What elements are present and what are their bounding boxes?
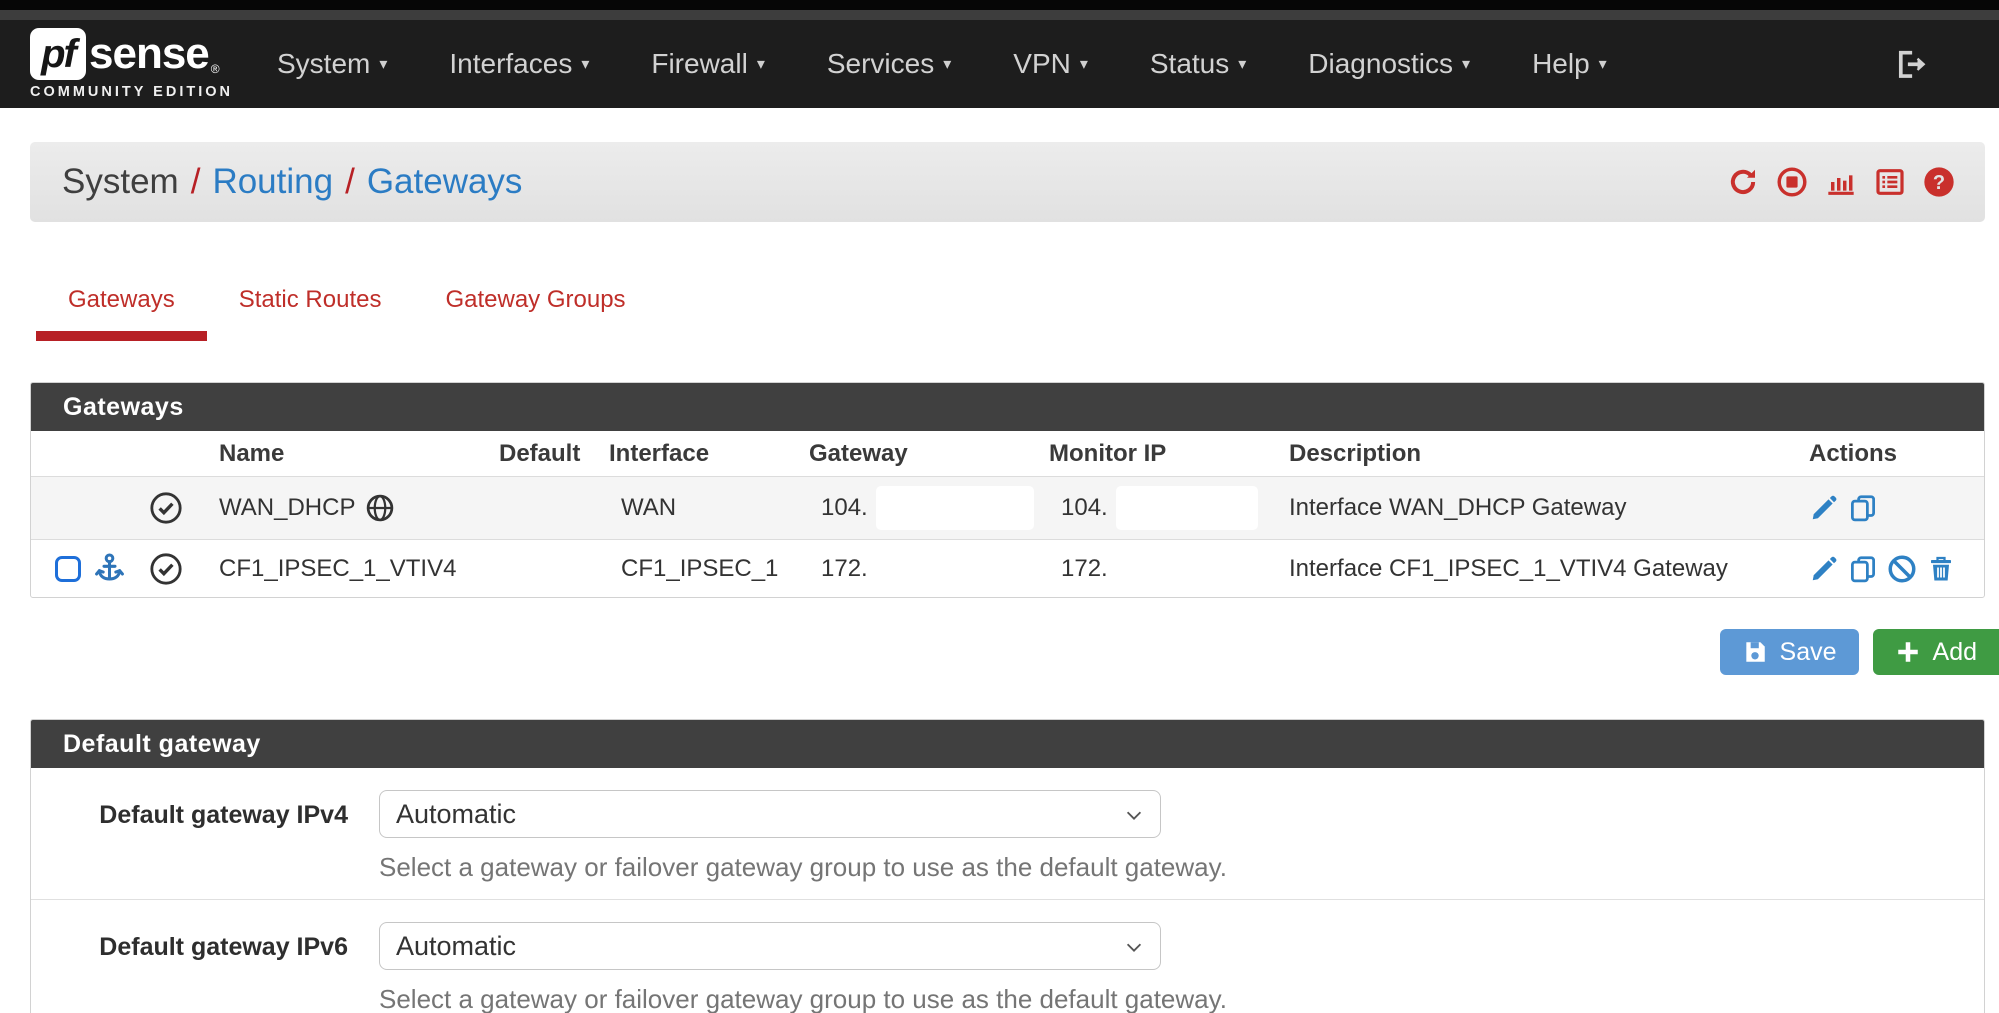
- plus-icon: [1895, 639, 1921, 665]
- tab-static-routes[interactable]: Static Routes: [207, 286, 414, 341]
- save-button[interactable]: Save: [1720, 629, 1859, 675]
- gateway-description: Interface WAN_DHCP Gateway: [1281, 494, 1801, 522]
- anchor-icon: [93, 552, 126, 585]
- gateway-description: Interface CF1_IPSEC_1_VTIV4 Gateway: [1281, 555, 1801, 583]
- default-gateway-panel-title: Default gateway: [31, 720, 1984, 768]
- breadcrumb: System / Routing / Gateways: [62, 162, 522, 202]
- breadcrumb-separator: /: [333, 162, 367, 202]
- col-actions: Actions: [1801, 440, 1984, 468]
- window-title-strip: [0, 10, 1999, 20]
- chevron-down-icon: ▾: [757, 54, 765, 74]
- gateway-interface: CF1_IPSEC_1: [601, 555, 801, 583]
- col-default: Default: [491, 440, 601, 468]
- default-gateway-ipv6-row: Default gateway IPv6 Automatic Select a …: [31, 900, 1984, 1013]
- gateway-name: WAN_DHCP: [219, 494, 355, 522]
- edit-icon[interactable]: [1809, 554, 1839, 584]
- chevron-down-icon: ▾: [581, 54, 589, 74]
- sign-out-icon[interactable]: [1893, 47, 1927, 81]
- chevron-down-icon: ▾: [943, 54, 951, 74]
- save-floppy-icon: [1742, 639, 1768, 665]
- breadcrumb-gateways-link[interactable]: Gateways: [367, 162, 523, 202]
- svg-text:?: ?: [1933, 172, 1945, 194]
- tab-gateways[interactable]: Gateways: [36, 286, 207, 341]
- breadcrumb-bar: System / Routing / Gateways ?: [30, 142, 1985, 222]
- default-gateway-ipv6-label: Default gateway IPv6: [31, 922, 348, 1013]
- nav-item-firewall[interactable]: Firewall▾: [651, 48, 765, 80]
- gateways-panel-title: Gateways: [31, 383, 1984, 431]
- gateway-address: 172.: [821, 555, 868, 583]
- nav-item-help[interactable]: Help▾: [1532, 48, 1607, 80]
- col-name: Name: [191, 440, 491, 468]
- gateway-online-icon: [141, 552, 191, 586]
- breadcrumb-system: System: [62, 162, 179, 202]
- col-gateway: Gateway: [801, 440, 1041, 468]
- pfsense-logo-text: sense: [89, 32, 209, 76]
- breadcrumb-routing-link[interactable]: Routing: [212, 162, 333, 202]
- default-gateway-ipv4-select[interactable]: Automatic: [379, 790, 1161, 838]
- pfsense-logo-top: pf sense ®: [30, 28, 233, 80]
- gateway-name: CF1_IPSEC_1_VTIV4: [219, 555, 456, 583]
- nav-item-services[interactable]: Services▾: [827, 48, 951, 80]
- col-description: Description: [1281, 440, 1801, 468]
- nav-menu: System▾ Interfaces▾ Firewall▾ Services▾ …: [277, 48, 1607, 80]
- navbar: pf sense ® COMMUNITY EDITION System▾ Int…: [0, 20, 1999, 108]
- nav-item-diagnostics[interactable]: Diagnostics▾: [1308, 48, 1470, 80]
- nav-item-interfaces[interactable]: Interfaces▾: [449, 48, 589, 80]
- default-gateway-ipv6-select[interactable]: Automatic: [379, 922, 1161, 970]
- default-gateway-ipv4-label: Default gateway IPv4: [31, 790, 348, 883]
- chevron-down-icon: ▾: [1599, 54, 1607, 74]
- table-row-wan-dhcp: WAN_DHCP WAN 104. 104. Interface WAN_DHC…: [31, 477, 1984, 539]
- registered-mark: ®: [211, 62, 220, 76]
- table-row-cf1-ipsec: CF1_IPSEC_1_VTIV4 CF1_IPSEC_1 172. 172. …: [31, 539, 1984, 597]
- monitor-ip: 104.: [1061, 494, 1108, 522]
- default-gateway-ipv4-row: Default gateway IPv4 Automatic Select a …: [31, 768, 1984, 900]
- default-gateway-panel: Default gateway Default gateway IPv4 Aut…: [30, 719, 1985, 1013]
- disable-icon[interactable]: [1887, 554, 1917, 584]
- tab-gateway-groups[interactable]: Gateway Groups: [413, 286, 657, 341]
- nav-item-system[interactable]: System▾: [277, 48, 387, 80]
- pfsense-logo[interactable]: pf sense ® COMMUNITY EDITION: [30, 28, 233, 100]
- page-toolbar: ?: [1727, 166, 1955, 198]
- chevron-down-icon: ▾: [379, 54, 387, 74]
- default-gateway-ipv4-help: Select a gateway or failover gateway gro…: [379, 852, 1984, 883]
- gateways-panel: Gateways Name Default Interface Gateway …: [30, 382, 1985, 598]
- static-route-icon: [55, 556, 81, 582]
- col-monitor-ip: Monitor IP: [1041, 440, 1281, 468]
- actions-button-row: Save Add: [30, 629, 1985, 675]
- redaction-box: [876, 486, 1034, 530]
- redaction-box: [1116, 486, 1258, 530]
- pf-logo-box: pf: [30, 28, 86, 80]
- gateway-address: 104.: [821, 494, 868, 522]
- globe-icon: [365, 493, 395, 523]
- gateway-online-icon: [141, 491, 191, 525]
- delete-icon[interactable]: [1926, 554, 1956, 584]
- community-edition-label: COMMUNITY EDITION: [30, 84, 233, 100]
- log-list-icon[interactable]: [1874, 166, 1906, 198]
- copy-icon[interactable]: [1848, 493, 1878, 523]
- help-icon[interactable]: ?: [1923, 166, 1955, 198]
- window-top-strip: [0, 0, 1999, 10]
- stop-circle-icon[interactable]: [1776, 166, 1808, 198]
- breadcrumb-separator: /: [179, 162, 213, 202]
- tab-bar: Gateways Static Routes Gateway Groups: [30, 286, 1985, 341]
- monitor-ip: 172.: [1061, 555, 1108, 583]
- copy-icon[interactable]: [1848, 554, 1878, 584]
- gateway-interface: WAN: [601, 494, 801, 522]
- chevron-down-icon: ▾: [1462, 54, 1470, 74]
- refresh-icon[interactable]: [1727, 166, 1759, 198]
- col-interface: Interface: [601, 440, 801, 468]
- edit-icon[interactable]: [1809, 493, 1839, 523]
- gateways-table-header: Name Default Interface Gateway Monitor I…: [31, 431, 1984, 477]
- add-button[interactable]: Add: [1873, 629, 1999, 675]
- default-gateway-ipv6-help: Select a gateway or failover gateway gro…: [379, 984, 1984, 1013]
- nav-item-status[interactable]: Status▾: [1150, 48, 1246, 80]
- bar-chart-icon[interactable]: [1825, 166, 1857, 198]
- chevron-down-icon: ▾: [1238, 54, 1246, 74]
- nav-item-vpn[interactable]: VPN▾: [1013, 48, 1088, 80]
- chevron-down-icon: ▾: [1080, 54, 1088, 74]
